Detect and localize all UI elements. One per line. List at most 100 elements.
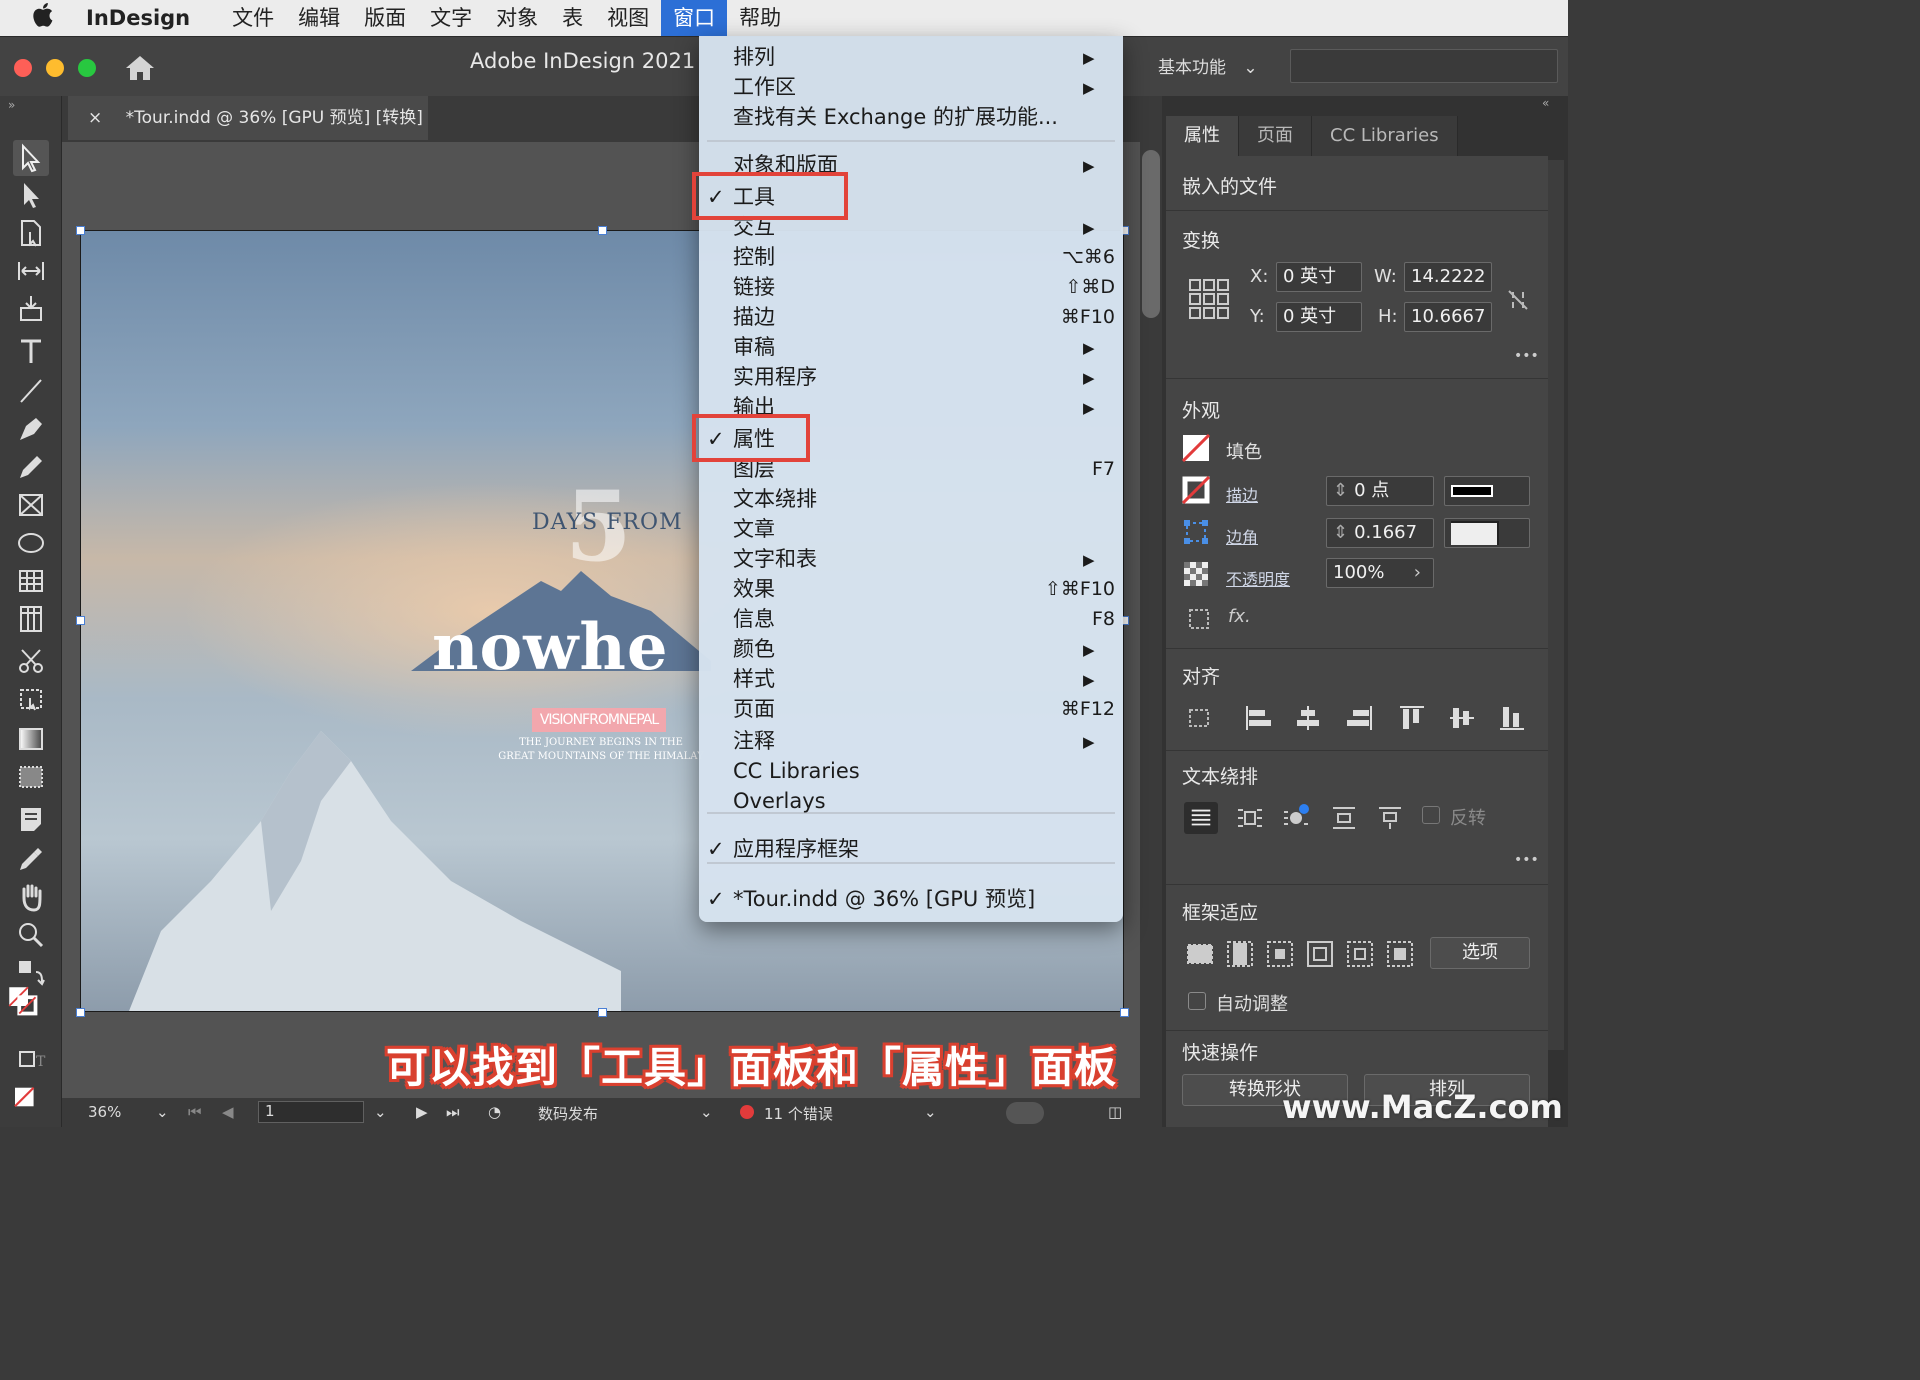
corner-label[interactable]: 边角 [1226, 524, 1258, 548]
align-to-selection-icon[interactable] [1186, 704, 1214, 732]
previous-page-icon[interactable]: ◀ [222, 1103, 234, 1121]
chevron-down-icon[interactable]: ⌄ [156, 1103, 169, 1121]
window-menu-item[interactable]: 控制 ⌥⌘6 [699, 242, 1123, 272]
menu-view[interactable]: 视图 [595, 0, 661, 36]
corner-shape-select[interactable] [1444, 518, 1530, 548]
fill-frame-proportionally-icon[interactable] [1186, 940, 1214, 968]
expand-icon[interactable]: « [1542, 96, 1549, 110]
more-options-icon[interactable]: ••• [1514, 348, 1539, 364]
preflight-icon[interactable]: ◔ [488, 1103, 501, 1121]
rectangle-frame-tool-icon[interactable] [16, 490, 46, 520]
selection-handle[interactable] [76, 226, 85, 235]
window-menu-item[interactable]: 颜色 ▶ [699, 634, 1123, 664]
reference-point-icon[interactable] [1188, 278, 1230, 320]
x-position-field[interactable]: 0 英寸 [1276, 262, 1362, 292]
search-input[interactable] [1290, 49, 1558, 83]
scissors-tool-icon[interactable] [16, 646, 46, 676]
preflight-profile[interactable]: 数码发布 [538, 1103, 598, 1124]
selection-handle[interactable] [598, 1008, 607, 1017]
last-page-icon[interactable]: ⏭ [446, 1103, 460, 1121]
window-menu-item[interactable]: 描边 ⌘F10 [699, 302, 1123, 332]
corner-options-icon[interactable] [1182, 518, 1210, 546]
center-content-icon[interactable] [1346, 940, 1374, 968]
window-menu-item[interactable]: Overlays [699, 786, 1123, 816]
app-menu[interactable]: InDesign [86, 6, 190, 30]
fill-stroke-swatch-icon[interactable] [8, 986, 56, 1034]
tab-pages[interactable]: 页面 [1239, 116, 1312, 156]
align-horizontal-center-icon[interactable] [1294, 704, 1322, 732]
stroke-weight-field[interactable]: ⇕ 0 点 [1326, 476, 1434, 506]
window-menu-item[interactable]: CC Libraries [699, 756, 1123, 786]
frame-fitting-options-button[interactable]: 选项 [1430, 937, 1530, 969]
window-menu-item[interactable]: 文字和表 ▶ [699, 544, 1123, 574]
ellipse-tool-icon[interactable] [16, 528, 46, 558]
align-bottom-icon[interactable] [1498, 704, 1526, 732]
menu-file[interactable]: 文件 [220, 0, 286, 36]
line-tool-icon[interactable] [16, 376, 46, 406]
close-window-button[interactable] [14, 59, 32, 77]
hand-tool-icon[interactable] [16, 882, 46, 912]
window-menu-item[interactable]: 工作区 ▶ [699, 72, 1123, 102]
workspace-switcher[interactable]: 基本功能 ⌄ [1158, 53, 1258, 78]
error-count[interactable]: 11 个错误 [764, 1103, 833, 1124]
window-menu-item[interactable]: 链接 ⇧⌘D [699, 272, 1123, 302]
more-options-icon[interactable]: ••• [1514, 852, 1539, 868]
window-menu-item[interactable]: 样式 ▶ [699, 664, 1123, 694]
apply-none-icon[interactable] [10, 1082, 52, 1114]
page-number-field[interactable]: 1 [258, 1101, 364, 1123]
note-tool-icon[interactable] [16, 804, 46, 834]
window-menu-item[interactable]: 排列 ▶ [699, 42, 1123, 72]
chevron-down-icon[interactable]: ⌄ [374, 1103, 387, 1121]
fit-frame-to-content-icon[interactable] [1266, 940, 1294, 968]
vertical-scrollbar-thumb[interactable] [1142, 150, 1160, 318]
wrap-around-bounding-box-icon[interactable] [1236, 804, 1264, 832]
gradient-feather-tool-icon[interactable] [16, 762, 46, 792]
fit-content-to-frame-icon[interactable] [1306, 940, 1334, 968]
window-menu-item[interactable]: ✓ 应用程序框架 [699, 834, 1123, 864]
menu-window[interactable]: 窗口 [661, 0, 728, 36]
align-vertical-center-icon[interactable] [1448, 704, 1476, 732]
window-menu-item[interactable]: 信息 F8 [699, 604, 1123, 634]
window-menu-item[interactable]: 实用程序 ▶ [699, 362, 1123, 392]
opacity-field[interactable]: 100% › [1326, 558, 1434, 588]
window-menu-item[interactable]: 注释 ▶ [699, 726, 1123, 756]
chevron-right-icon[interactable]: › [1414, 559, 1421, 587]
unlink-constrain-icon[interactable] [1504, 286, 1532, 314]
object-effects-icon[interactable] [1186, 606, 1214, 634]
content-aware-fit-icon[interactable] [1386, 940, 1414, 968]
stroke-type-select[interactable] [1444, 476, 1530, 506]
formatting-affects-container-icon[interactable]: T [16, 1046, 46, 1076]
align-right-icon[interactable] [1346, 704, 1374, 732]
fit-content-proportionally-icon[interactable] [1226, 940, 1254, 968]
split-layout-icon[interactable]: ◫ [1108, 1103, 1122, 1121]
align-top-icon[interactable] [1398, 704, 1426, 732]
stroke-label[interactable]: 描边 [1226, 482, 1258, 506]
close-tab-icon[interactable]: × [88, 108, 102, 128]
window-menu-item[interactable]: ✓ *Tour.indd @ 36% [GPU 预览] [699, 884, 1123, 914]
auto-fit-checkbox[interactable] [1188, 992, 1206, 1010]
apple-icon[interactable] [0, 2, 86, 35]
window-menu-item[interactable]: 审稿 ▶ [699, 332, 1123, 362]
selection-tool-icon[interactable] [13, 140, 49, 176]
selection-handle[interactable] [1120, 1008, 1129, 1017]
panel-scrollbar[interactable] [1548, 160, 1564, 1050]
no-text-wrap-icon[interactable] [1184, 802, 1218, 834]
stepper-icon[interactable]: ⇕ [1333, 480, 1348, 501]
align-left-icon[interactable] [1244, 704, 1272, 732]
direct-selection-tool-icon[interactable] [16, 180, 46, 210]
pen-tool-icon[interactable] [16, 414, 46, 444]
wrap-around-object-shape-icon[interactable] [1282, 804, 1310, 832]
type-tool-icon[interactable] [16, 336, 46, 366]
menu-layout[interactable]: 版面 [352, 0, 418, 36]
window-menu-item[interactable]: 效果 ⇧⌘F10 [699, 574, 1123, 604]
page-tool-icon[interactable] [16, 218, 46, 248]
fx-icon[interactable]: fx. [1228, 606, 1251, 627]
menu-help[interactable]: 帮助 [727, 0, 793, 36]
y-position-field[interactable]: 0 英寸 [1276, 302, 1362, 332]
minimize-window-button[interactable] [46, 59, 64, 77]
zoom-window-button[interactable] [78, 59, 96, 77]
table-tool-icon[interactable] [16, 566, 46, 596]
menu-edit[interactable]: 编辑 [286, 0, 352, 36]
opacity-label[interactable]: 不透明度 [1226, 566, 1290, 590]
free-transform-tool-icon[interactable] [16, 684, 46, 714]
